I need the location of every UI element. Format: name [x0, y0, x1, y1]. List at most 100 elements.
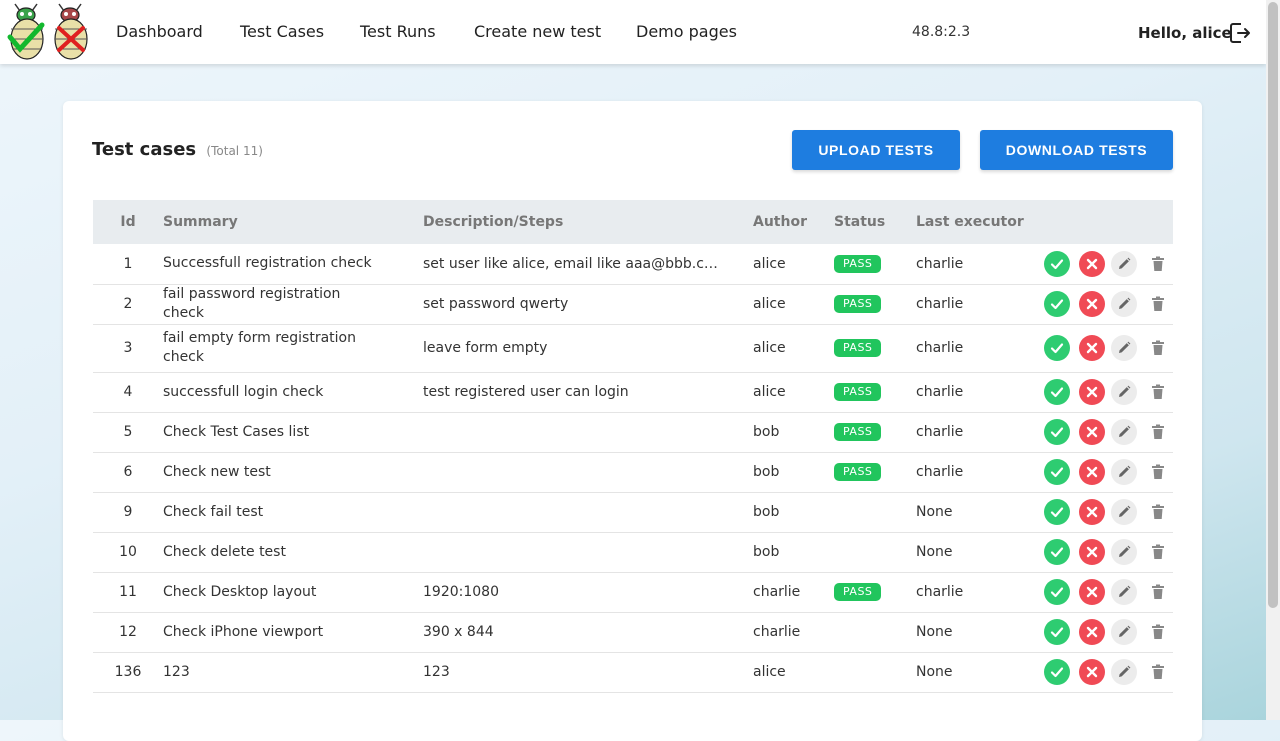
delete-test-button[interactable]: [1145, 579, 1171, 605]
cell-summary-text[interactable]: Check delete test: [163, 543, 373, 562]
app-logo[interactable]: [6, 3, 92, 61]
mark-pass-button[interactable]: [1044, 579, 1070, 605]
cell-description: test registered user can login: [423, 372, 753, 413]
cell-id: 11: [93, 572, 163, 613]
download-tests-button[interactable]: DOWNLOAD TESTS: [980, 130, 1173, 170]
delete-test-button[interactable]: [1145, 251, 1171, 277]
edit-test-button[interactable]: [1111, 250, 1137, 277]
cell-last-executor: charlie: [916, 324, 1044, 373]
mark-pass-button[interactable]: [1044, 419, 1070, 445]
mark-pass-button[interactable]: [1044, 659, 1070, 685]
trash-icon: [1152, 340, 1164, 355]
cell-summary: Check new test: [163, 452, 423, 493]
cell-summary-text[interactable]: 123: [163, 663, 373, 682]
test-cases-table: Id Summary Description/Steps Author Stat…: [93, 200, 1173, 693]
cell-author: alice: [753, 284, 834, 325]
mark-pass-button[interactable]: [1044, 291, 1070, 317]
cell-summary-text[interactable]: Check fail test: [163, 503, 373, 522]
table-body: 1 Successfull registration check set user …: [93, 244, 1173, 693]
cell-author: bob: [753, 492, 834, 533]
cell-summary-text[interactable]: Check iPhone viewport: [163, 623, 373, 642]
cell-actions: [1044, 412, 1173, 453]
edit-test-button[interactable]: [1111, 419, 1137, 445]
row-actions: [1044, 499, 1173, 525]
pencil-icon: [1119, 585, 1131, 597]
delete-test-button[interactable]: [1145, 539, 1171, 565]
nav-test-cases[interactable]: Test Cases: [240, 22, 324, 41]
delete-test-button[interactable]: [1145, 659, 1171, 685]
cell-summary-text[interactable]: fail password registration check: [163, 285, 373, 323]
cell-summary: Check delete test: [163, 532, 423, 573]
mark-fail-button[interactable]: [1079, 659, 1105, 685]
mark-pass-button[interactable]: [1044, 379, 1070, 405]
close-icon: [1086, 258, 1098, 269]
mark-fail-button[interactable]: [1079, 499, 1105, 525]
edit-test-button[interactable]: [1111, 579, 1137, 605]
edit-test-button[interactable]: [1111, 619, 1137, 645]
edit-test-button[interactable]: [1111, 659, 1137, 685]
delete-test-button[interactable]: [1145, 619, 1171, 645]
cell-actions: [1044, 284, 1173, 325]
cell-summary-text[interactable]: successfull login check: [163, 383, 373, 402]
logout-icon[interactable]: [1228, 21, 1252, 45]
cell-description: set user like alice, email like aaa@bbb.…: [423, 244, 753, 285]
cell-summary-text[interactable]: Successfull registration check: [163, 254, 373, 273]
mark-fail-button[interactable]: [1079, 419, 1105, 445]
mark-fail-button[interactable]: [1079, 539, 1105, 565]
nav-demo-pages[interactable]: Demo pages: [636, 22, 737, 41]
mark-fail-button[interactable]: [1079, 379, 1105, 405]
nav-dashboard[interactable]: Dashboard: [116, 22, 203, 41]
mark-pass-button[interactable]: [1044, 499, 1070, 525]
check-icon: [1050, 507, 1064, 518]
upload-tests-button[interactable]: UPLOAD TESTS: [792, 130, 960, 170]
cell-author: bob: [753, 412, 834, 453]
header-summary[interactable]: Summary: [163, 200, 423, 244]
delete-test-button[interactable]: [1145, 419, 1171, 445]
edit-test-button[interactable]: [1111, 291, 1137, 317]
mark-fail-button[interactable]: [1079, 579, 1105, 605]
mark-pass-button[interactable]: [1044, 539, 1070, 565]
cell-description: [423, 412, 753, 453]
cell-summary-text[interactable]: Check Test Cases list: [163, 423, 373, 442]
mark-pass-button[interactable]: [1044, 250, 1070, 277]
edit-test-button[interactable]: [1111, 335, 1137, 361]
delete-test-button[interactable]: [1145, 335, 1171, 361]
header-id[interactable]: Id: [93, 200, 163, 244]
pencil-icon: [1119, 505, 1131, 517]
test-cases-card: Test cases (Total 11) UPLOAD TESTS DOWNL…: [63, 101, 1202, 741]
close-icon: [1086, 426, 1098, 438]
cell-summary-text[interactable]: Check Desktop layout: [163, 583, 373, 602]
delete-test-button[interactable]: [1145, 291, 1171, 317]
header-status[interactable]: Status: [834, 200, 916, 244]
cell-summary-text[interactable]: Check new test: [163, 463, 373, 482]
mark-pass-button[interactable]: [1044, 619, 1070, 645]
mark-fail-button[interactable]: [1079, 619, 1105, 645]
top-navbar: Dashboard Test Cases Test Runs Create ne…: [0, 0, 1266, 64]
cell-status: PASS: [834, 412, 916, 453]
edit-test-button[interactable]: [1111, 379, 1137, 405]
mark-pass-button[interactable]: [1044, 459, 1070, 485]
mark-pass-button[interactable]: [1044, 335, 1070, 361]
delete-test-button[interactable]: [1145, 459, 1171, 485]
cell-status: [834, 612, 916, 653]
edit-test-button[interactable]: [1111, 459, 1137, 485]
header-author[interactable]: Author: [753, 200, 834, 244]
nav-test-runs[interactable]: Test Runs: [360, 22, 436, 41]
edit-test-button[interactable]: [1111, 539, 1137, 565]
cell-id: 3: [93, 324, 163, 373]
check-icon: [1050, 547, 1064, 558]
nav-create-new-test[interactable]: Create new test: [474, 22, 601, 41]
header-description[interactable]: Description/Steps: [423, 200, 753, 244]
mark-fail-button[interactable]: [1079, 335, 1105, 361]
page-scrollbar-thumb[interactable]: [1268, 2, 1278, 608]
mark-fail-button[interactable]: [1079, 250, 1105, 277]
cell-summary-text[interactable]: fail empty form registration check: [163, 329, 373, 367]
mark-fail-button[interactable]: [1079, 459, 1105, 485]
mark-fail-button[interactable]: [1079, 291, 1105, 317]
cell-last-executor: None: [916, 532, 1044, 573]
header-last-executor[interactable]: Last executor: [916, 200, 1044, 244]
edit-test-button[interactable]: [1111, 499, 1137, 525]
delete-test-button[interactable]: [1145, 379, 1171, 405]
cell-last-executor: charlie: [916, 452, 1044, 493]
delete-test-button[interactable]: [1145, 499, 1171, 525]
